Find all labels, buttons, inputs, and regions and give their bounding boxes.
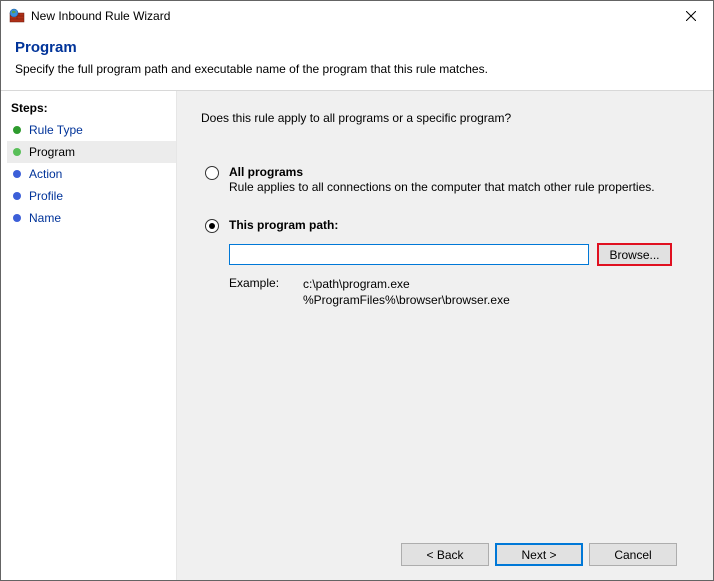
page-title: Program bbox=[15, 39, 699, 56]
this-program-label: This program path: bbox=[229, 218, 689, 232]
option-this-program[interactable]: This program path: bbox=[201, 218, 689, 233]
titlebar: New Inbound Rule Wizard bbox=[1, 1, 713, 31]
step-label: Name bbox=[29, 211, 61, 225]
step-bullet-icon bbox=[13, 170, 21, 178]
step-profile[interactable]: Profile bbox=[7, 185, 176, 207]
content-pane: Does this rule apply to all programs or … bbox=[176, 91, 713, 580]
page-subtitle: Specify the full program path and execut… bbox=[15, 62, 699, 76]
example-path-2: %ProgramFiles%\browser\browser.exe bbox=[303, 292, 510, 308]
step-name[interactable]: Name bbox=[7, 207, 176, 229]
program-path-row: Browse... bbox=[229, 243, 689, 266]
step-bullet-icon bbox=[13, 192, 21, 200]
program-path-input[interactable] bbox=[229, 244, 589, 265]
step-label: Profile bbox=[29, 189, 63, 203]
steps-sidebar: Steps: Rule Type Program Action Profile … bbox=[1, 91, 176, 580]
close-button[interactable] bbox=[668, 1, 713, 31]
radio-all-programs[interactable] bbox=[205, 166, 219, 180]
step-action[interactable]: Action bbox=[7, 163, 176, 185]
all-programs-label: All programs bbox=[229, 165, 689, 179]
radio-this-program[interactable] bbox=[205, 219, 219, 233]
step-rule-type[interactable]: Rule Type bbox=[7, 119, 176, 141]
next-button[interactable]: Next > bbox=[495, 543, 583, 566]
cancel-button[interactable]: Cancel bbox=[589, 543, 677, 566]
step-bullet-icon bbox=[13, 126, 21, 134]
example-label: Example: bbox=[229, 276, 303, 308]
wizard-footer: < Back Next > Cancel bbox=[201, 531, 689, 580]
step-label: Program bbox=[29, 145, 75, 159]
close-icon bbox=[686, 11, 696, 21]
question-text: Does this rule apply to all programs or … bbox=[201, 111, 689, 125]
step-label: Action bbox=[29, 167, 62, 181]
step-bullet-icon bbox=[13, 148, 21, 156]
example-path-1: c:\path\program.exe bbox=[303, 276, 510, 292]
all-programs-desc: Rule applies to all connections on the c… bbox=[229, 180, 689, 194]
wizard-window: New Inbound Rule Wizard Program Specify … bbox=[0, 0, 714, 581]
option-all-programs[interactable]: All programs Rule applies to all connect… bbox=[201, 165, 689, 194]
step-bullet-icon bbox=[13, 214, 21, 222]
example-row: Example: c:\path\program.exe %ProgramFil… bbox=[229, 276, 689, 308]
browse-button[interactable]: Browse... bbox=[597, 243, 672, 266]
steps-heading: Steps: bbox=[7, 101, 176, 119]
window-title: New Inbound Rule Wizard bbox=[31, 9, 668, 23]
wizard-header: Program Specify the full program path an… bbox=[1, 31, 713, 91]
back-button[interactable]: < Back bbox=[401, 543, 489, 566]
step-label: Rule Type bbox=[29, 123, 83, 137]
wizard-body: Steps: Rule Type Program Action Profile … bbox=[1, 91, 713, 580]
firewall-icon bbox=[9, 8, 25, 24]
step-program[interactable]: Program bbox=[7, 141, 176, 163]
